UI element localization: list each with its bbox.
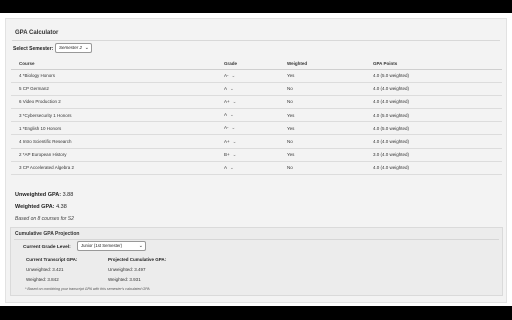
- chevron-down-icon: ⌄: [231, 72, 236, 78]
- divider: [14, 239, 499, 240]
- weighted-value: No: [279, 134, 365, 149]
- grade-select[interactable]: A+ ⌄: [216, 95, 279, 110]
- header-course: Course: [11, 58, 216, 70]
- course-name: 1 *English 10 Honors: [11, 121, 216, 136]
- weighted-gpa-value: 4.38: [56, 204, 67, 210]
- chevron-down-icon: ⌄: [84, 45, 89, 51]
- course-name: 3 *Cybersecurity 1 Honors: [11, 108, 216, 123]
- course-name: 6 Video Production 2: [11, 95, 216, 110]
- grade-level-select[interactable]: Junior (1st Semester) ⌄: [77, 241, 146, 251]
- chevron-down-icon: ⌄: [232, 151, 237, 157]
- weighted-gpa-label: Weighted GPA:: [15, 204, 55, 210]
- gpa-points-value: 4.0 (4.0 weighted): [365, 134, 502, 149]
- projected-unweighted: Unweighted: 3.497: [108, 267, 146, 272]
- courses-table: Course Grade Weighted GPA Points 4 *Biol…: [11, 58, 502, 176]
- gpa-points-value: 4.0 (4.0 weighted): [365, 161, 502, 176]
- grade-value: A-: [224, 125, 229, 131]
- course-name: 4 *Biology Honors: [11, 69, 216, 83]
- course-count-note: Based on 8 courses for S2: [15, 216, 74, 222]
- weighted-value: No: [279, 82, 365, 96]
- projection-footnote: * Based on combining your transcript GPA…: [25, 287, 150, 291]
- current-weighted: Weighted: 3.842: [26, 277, 59, 282]
- table-row: 3 *Cybersecurity 1 Honors A ⌄ Yes 4.0 (5.…: [11, 108, 502, 123]
- table-row: 5 CP German2 A ⌄ No 4.0 (4.0 weighted): [11, 82, 502, 96]
- chevron-down-icon: ⌄: [230, 112, 234, 118]
- table-row: 2 *AP European History B+ ⌄ Yes 3.0 (4.0 …: [11, 148, 502, 162]
- header-grade: Grade: [216, 58, 279, 70]
- chevron-down-icon: ⌄: [232, 98, 237, 104]
- weighted-value: Yes: [279, 69, 365, 83]
- grade-value: A+: [224, 138, 230, 144]
- table-header-row: Course Grade Weighted GPA Points: [11, 58, 502, 70]
- page-title: GPA Calculator: [15, 30, 59, 36]
- table-row: 1 *English 10 Honors A- ⌄ Yes 4.0 (5.0 we…: [11, 121, 502, 136]
- grade-value: B+: [224, 151, 230, 157]
- grade-value: A: [224, 112, 228, 118]
- chevron-down-icon: ⌄: [230, 85, 234, 91]
- projected-weighted: Weighted: 3.931: [108, 277, 141, 282]
- grade-value: A+: [224, 98, 230, 104]
- grade-select[interactable]: A ⌄: [216, 108, 279, 123]
- grade-value: A-: [224, 72, 229, 78]
- gpa-calculator-panel: GPA Calculator Select Semester: Semester…: [5, 18, 507, 303]
- chevron-down-icon: ⌄: [232, 138, 237, 144]
- current-transcript-heading: Current Transcript GPA:: [26, 257, 78, 262]
- grade-select[interactable]: A ⌄: [216, 161, 279, 176]
- gpa-points-value: 3.0 (4.0 weighted): [365, 148, 502, 162]
- grade-select[interactable]: A+ ⌄: [216, 134, 279, 149]
- course-name: 2 *AP European History: [11, 148, 216, 162]
- unweighted-gpa-label: Unweighted GPA:: [15, 192, 62, 198]
- weighted-value: Yes: [279, 108, 365, 123]
- weighted-value: Yes: [279, 148, 365, 162]
- grade-select[interactable]: A- ⌄: [216, 121, 279, 136]
- table-row: 4 *Biology Honors A- ⌄ Yes 4.0 (5.0 weigh…: [11, 69, 502, 83]
- current-unweighted: Unweighted: 3.421: [26, 267, 64, 272]
- grade-select[interactable]: A ⌄: [216, 82, 279, 96]
- chevron-down-icon: ⌄: [230, 164, 234, 170]
- weighted-value: No: [279, 95, 365, 110]
- grade-select[interactable]: B+ ⌄: [216, 148, 279, 162]
- course-name: 3 CP Accelerated Algebra 2: [11, 161, 216, 176]
- grade-level-value: Junior (1st Semester): [81, 243, 123, 248]
- grade-level-label: Current Grade Level:: [23, 245, 71, 250]
- projection-title: Cumulative GPA Projection: [15, 231, 80, 237]
- course-name: 4 Intro Scientific Research: [11, 134, 216, 149]
- chevron-down-icon: ⌄: [138, 243, 143, 249]
- gpa-points-value: 4.0 (5.0 weighted): [365, 69, 502, 83]
- gpa-points-value: 4.0 (5.0 weighted): [365, 121, 502, 136]
- gpa-points-value: 4.0 (4.0 weighted): [365, 82, 502, 96]
- projected-cumulative-heading: Projected Cumulative GPA:: [108, 257, 167, 262]
- semester-label: Select Semester:: [13, 46, 54, 52]
- table-row: 3 CP Accelerated Algebra 2 A ⌄ No 4.0 (4.…: [11, 161, 502, 176]
- grade-value: A: [224, 85, 228, 91]
- header-weighted: Weighted: [279, 58, 365, 70]
- semester-select[interactable]: Semester 2 ⌄: [55, 43, 92, 53]
- gpa-points-value: 4.0 (4.0 weighted): [365, 95, 502, 110]
- course-name: 5 CP German2: [11, 82, 216, 96]
- divider: [12, 40, 500, 41]
- weighted-value: No: [279, 161, 365, 176]
- unweighted-gpa-value: 3.88: [62, 192, 74, 198]
- app-window: GPA Calculator Select Semester: Semester…: [0, 13, 512, 306]
- semester-select-value: Semester 2: [59, 45, 83, 50]
- chevron-down-icon: ⌄: [231, 125, 236, 131]
- table-row: 6 Video Production 2 A+ ⌄ No 4.0 (4.0 wei…: [11, 95, 502, 110]
- weighted-value: Yes: [279, 121, 365, 136]
- grade-select[interactable]: A- ⌄: [216, 69, 279, 83]
- grade-value: A: [224, 164, 228, 170]
- cumulative-projection-panel: Cumulative GPA Projection Current Grade …: [10, 227, 503, 296]
- weighted-gpa-summary: Weighted GPA: 4.38: [15, 204, 67, 210]
- unweighted-gpa-summary: Unweighted GPA: 3.88: [15, 192, 73, 198]
- header-gpa-points: GPA Points: [365, 58, 502, 70]
- table-row: 4 Intro Scientific Research A+ ⌄ No 4.0 (…: [11, 134, 502, 149]
- gpa-points-value: 4.0 (5.0 weighted): [365, 108, 502, 123]
